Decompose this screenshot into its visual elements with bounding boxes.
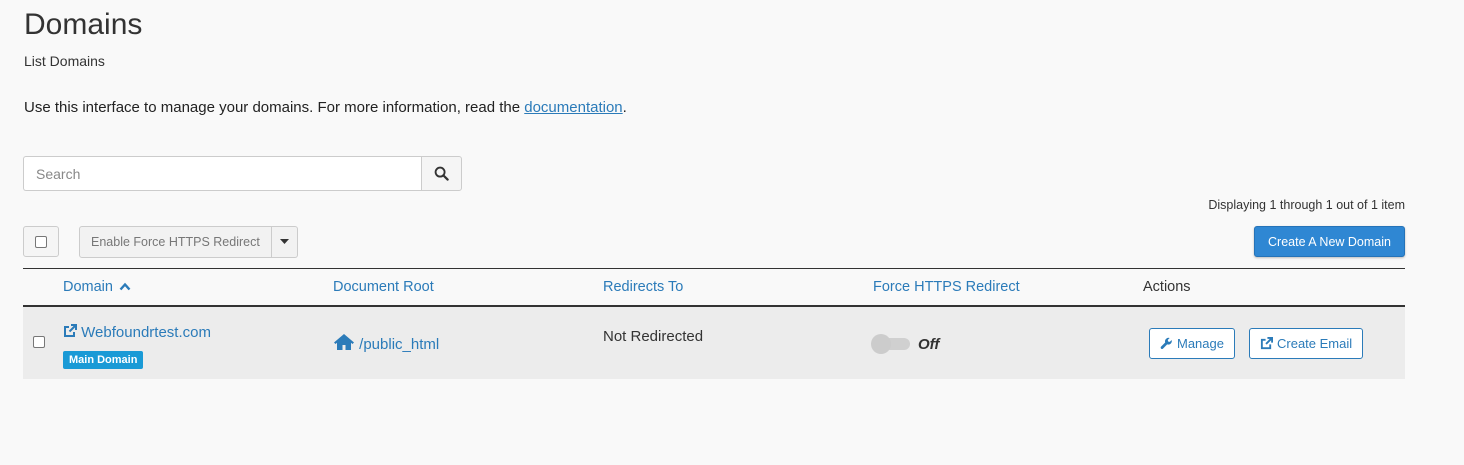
table-header: Domain Document Root Redirects To Force …: [23, 268, 1405, 307]
search-input[interactable]: [23, 156, 421, 191]
document-root-link[interactable]: /public_html: [333, 333, 439, 353]
bulk-action-dropdown[interactable]: [271, 226, 298, 258]
create-email-button[interactable]: Create Email: [1249, 328, 1364, 359]
wrench-icon: [1160, 337, 1172, 349]
display-count: Displaying 1 through 1 out of 1 item: [1208, 198, 1405, 212]
create-domain-button[interactable]: Create A New Domain: [1254, 226, 1405, 257]
checkbox-square[interactable]: [35, 235, 47, 248]
enable-https-redirect-button[interactable]: Enable Force HTTPS Redirect: [79, 226, 272, 258]
row-checkbox[interactable]: [33, 336, 45, 348]
domains-table: Domain Document Root Redirects To Force …: [23, 268, 1405, 379]
intro-text: Use this interface to manage your domain…: [24, 99, 627, 116]
external-link-icon: [1260, 337, 1273, 350]
manage-button[interactable]: Manage: [1149, 328, 1235, 359]
table-row: Webfoundrtest.com Main Domain /public_ht…: [23, 307, 1405, 379]
sort-ascending-icon: [119, 282, 131, 291]
column-domain[interactable]: Domain: [63, 279, 131, 295]
column-domain-label: Domain: [63, 279, 113, 295]
documentation-link[interactable]: documentation: [524, 99, 622, 116]
bulk-action-group: Enable Force HTTPS Redirect: [79, 226, 298, 258]
domain-name: Webfoundrtest.com: [81, 324, 211, 341]
caret-down-icon: [279, 239, 289, 244]
manage-label: Manage: [1177, 336, 1224, 351]
external-link-icon: [64, 324, 77, 337]
page-title: Domains: [24, 8, 143, 41]
search-icon: [434, 166, 449, 181]
document-root-path: /public_html: [359, 336, 440, 353]
intro-sentence: Use this interface to manage your domain…: [24, 99, 525, 116]
search-button[interactable]: [421, 156, 462, 191]
main-domain-badge: Main Domain: [63, 351, 144, 369]
toggle-state-label: Off: [918, 336, 940, 353]
home-icon: [334, 334, 354, 350]
select-all-checkbox[interactable]: [23, 226, 59, 257]
column-actions: Actions: [1143, 279, 1191, 295]
column-document-root[interactable]: Document Root: [333, 279, 434, 295]
column-force-https[interactable]: Force HTTPS Redirect: [873, 279, 1020, 295]
column-redirects-to[interactable]: Redirects To: [603, 279, 683, 295]
domain-link[interactable]: Webfoundrtest.com: [63, 324, 211, 341]
toggle-knob[interactable]: [871, 334, 891, 354]
redirect-status: Not Redirected: [603, 328, 704, 345]
search-group: [23, 156, 462, 191]
page-subtitle: List Domains: [24, 53, 105, 69]
intro-period: .: [622, 99, 627, 116]
create-email-label: Create Email: [1277, 336, 1353, 351]
